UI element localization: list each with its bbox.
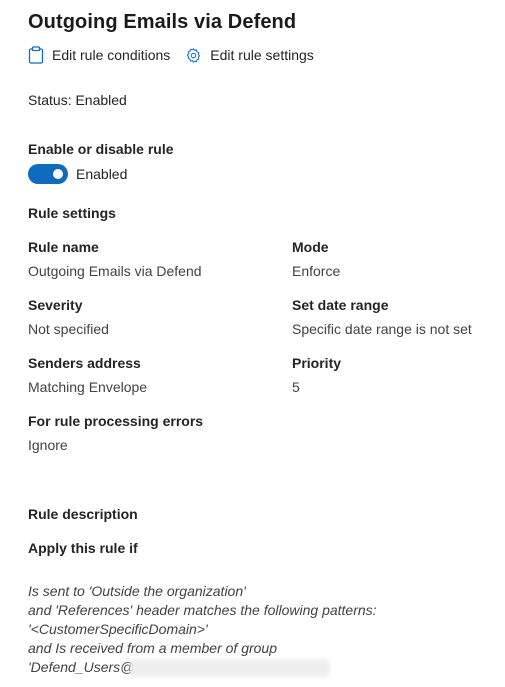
rule-description-heading: Rule description xyxy=(28,506,138,522)
edit-rule-conditions-label: Edit rule conditions xyxy=(52,47,171,63)
priority-value: 5 xyxy=(292,379,300,395)
apply-rule-if-heading: Apply this rule if xyxy=(28,540,138,556)
redacted-email xyxy=(130,659,330,677)
description-line: '<CustomerSpecificDomain>' xyxy=(28,621,208,637)
toolbar: Edit rule conditions Edit rule settings xyxy=(28,46,329,64)
rule-settings-heading: Rule settings xyxy=(28,205,116,221)
status-text: Status: Enabled xyxy=(28,92,127,108)
edit-rule-conditions-button[interactable]: Edit rule conditions xyxy=(28,46,170,64)
enable-rule-toggle[interactable] xyxy=(28,164,68,184)
enable-toggle-row: Enabled xyxy=(28,164,127,184)
processing-errors-label: For rule processing errors xyxy=(28,413,204,429)
mode-value: Enforce xyxy=(292,263,341,279)
gear-icon xyxy=(187,47,201,63)
description-line: and Is received from a member of group xyxy=(28,640,278,656)
processing-errors-value: Ignore xyxy=(28,437,68,453)
senders-address-label: Senders address xyxy=(28,355,141,371)
toggle-state-label: Enabled xyxy=(76,166,128,182)
description-line: and 'References' header matches the foll… xyxy=(28,602,377,618)
date-range-value: Specific date range is not set xyxy=(292,321,472,337)
mode-label: Mode xyxy=(292,239,329,255)
severity-label: Severity xyxy=(28,297,83,313)
priority-label: Priority xyxy=(292,355,342,371)
edit-rule-settings-label: Edit rule settings xyxy=(210,47,314,63)
date-range-label: Set date range xyxy=(292,297,389,313)
enable-rule-label: Enable or disable rule xyxy=(28,141,174,157)
rule-name-label: Rule name xyxy=(28,239,99,255)
description-line: 'Defend_Users@ xyxy=(28,659,135,675)
clipboard-icon xyxy=(28,46,44,64)
page-title: Outgoing Emails via Defend xyxy=(28,11,297,33)
senders-address-value: Matching Envelope xyxy=(28,379,148,395)
toggle-knob xyxy=(53,169,63,179)
description-line: Is sent to 'Outside the organization' xyxy=(28,583,246,599)
rule-name-value: Outgoing Emails via Defend xyxy=(28,263,202,279)
edit-rule-settings-button[interactable]: Edit rule settings xyxy=(185,47,314,64)
severity-value: Not specified xyxy=(28,321,109,337)
